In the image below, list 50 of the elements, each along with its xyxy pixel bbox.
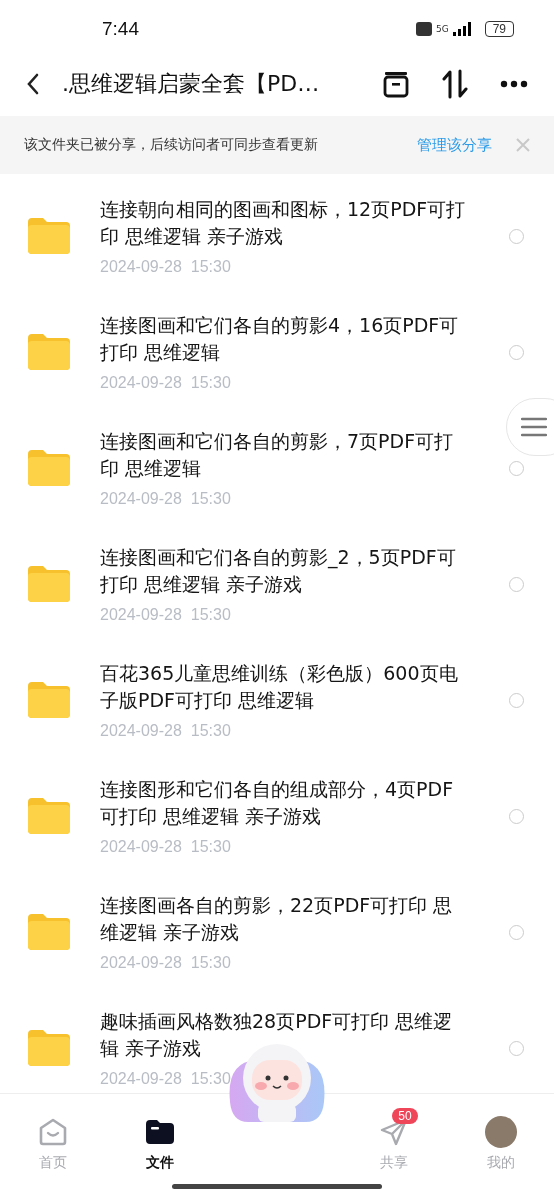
folder-icon [28,798,70,834]
battery-level: 79 [484,21,514,37]
file-name: 连接图画和它们各自的剪影_2，5页PDF可打印 思维逻辑 亲子游戏 [100,545,457,597]
file-date: 2024-09-28 15:30 [100,1070,232,1088]
file-date: 2024-09-28 15:30 [100,722,232,740]
file-date: 2024-09-28 15:30 [100,606,232,624]
file-name: 连接图画和它们各自的剪影，7页PDF可打印 思维逻辑 [100,429,455,481]
file-row[interactable]: 连接图画和它们各自的剪影，7页PDF可打印 思维逻辑 2024-09-28 15:30 [0,410,554,526]
nav-tab[interactable]: 文件 [119,1104,200,1172]
folder-icon [28,450,70,486]
folder-icon [28,334,70,370]
box-icon[interactable] [382,70,410,98]
status-time: 7:44 [102,18,139,40]
folder-tab-icon [145,1120,174,1144]
file-row[interactable]: 连接图画和它们各自的剪影_2，5页PDF可打印 思维逻辑 亲子游戏 2024-09-28 15:30 [0,526,554,642]
avatar [484,1116,517,1148]
file-name: 连接朝向相同的图画和图标，12页PDF可打印 思维逻辑 亲子游戏 [100,197,467,249]
folder-icon [28,682,70,718]
folder-icon [28,566,70,602]
file-name: 连接图画各自的剪影，22页PDF可打印 思维逻辑 亲子游戏 [100,893,454,945]
nav-tab[interactable]: 50 共享 [354,1104,435,1172]
file-date: 2024-09-28 15:30 [100,490,232,508]
folder-icon [28,1030,70,1066]
file-row[interactable]: 连接图形和它们各自的组成部分，4页PDF可打印 思维逻辑 亲子游戏 2024-09-28 15:30 [0,758,554,874]
folder-icon [28,914,70,950]
back-icon [26,73,40,95]
network-type: 5G [435,24,449,34]
file-date: 2024-09-28 15:30 [100,838,232,856]
sort-icon[interactable] [442,69,468,99]
home-icon [39,1118,68,1146]
hd-icon [415,22,432,36]
file-row[interactable]: 连接朝向相同的图画和图标，12页PDF可打印 思维逻辑 亲子游戏 2024-09-28 15:30 [0,178,554,294]
side-menu-handle[interactable] [506,398,554,456]
file-name: 百花365儿童思维训练（彩色版）600页电子版PDF可打印 思维逻辑 [100,661,459,713]
count-badge: 50 [392,1108,418,1124]
file-name: 趣味插画风格数独28页PDF可打印 思维逻辑 亲子游戏 [100,1009,454,1061]
file-row[interactable]: 百花365儿童思维训练（彩色版）600页电子版PDF可打印 思维逻辑 2024-09-28 15:30 [0,642,554,758]
menu-icon [521,417,547,437]
file-row[interactable]: 连接图画和它们各自的剪影4，16页PDF可打印 思维逻辑 2024-09-28 15:30 [0,294,554,410]
file-date: 2024-09-28 15:30 [100,258,232,276]
file-name: 连接图形和它们各自的组成部分，4页PDF可打印 思维逻辑 亲子游戏 [100,777,455,829]
file-date: 2024-09-28 15:30 [100,374,232,392]
file-date: 2024-09-28 15:30 [100,954,232,972]
share-notice: 该文件夹已被分享，后续访问者可同步查看更新 [24,136,319,154]
folder-title: .思维逻辑启蒙全套【PD… [62,70,321,98]
more-icon[interactable] [500,80,528,88]
file-name: 连接图画和它们各自的剪影4，16页PDF可打印 思维逻辑 [100,313,460,365]
file-row[interactable]: 连接图画各自的剪影，22页PDF可打印 思维逻辑 亲子游戏 2024-09-28 15:30 [0,874,554,990]
close-icon[interactable] [516,138,530,152]
folder-icon [28,218,70,254]
